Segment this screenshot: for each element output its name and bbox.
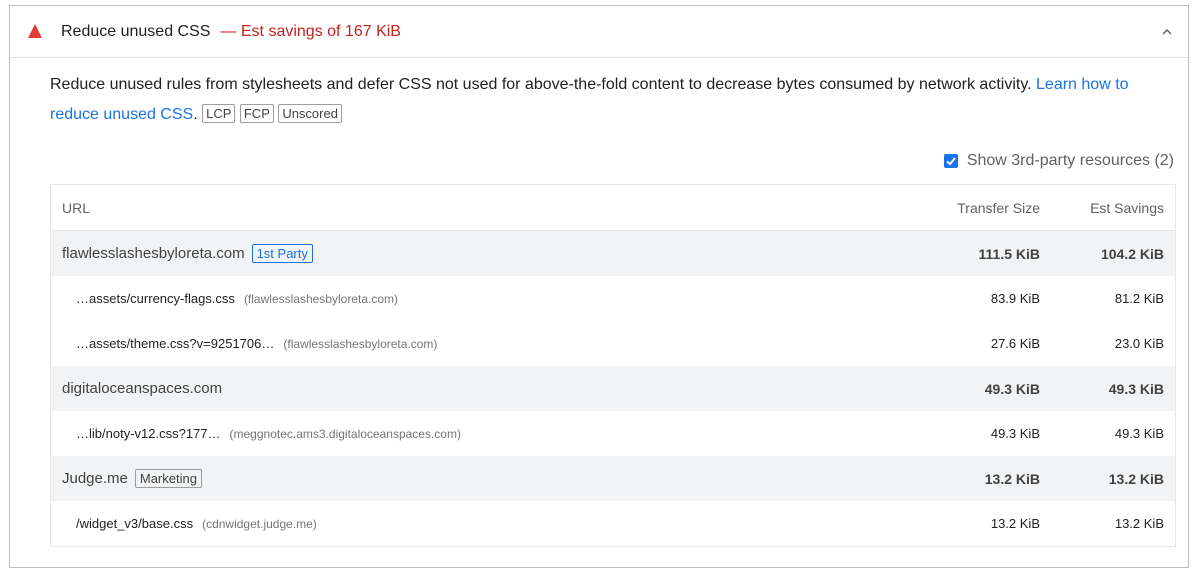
- table-group-row: flawlesslashesbyloreta.com 1st Party 111…: [51, 231, 1175, 276]
- third-party-checkbox[interactable]: [943, 154, 958, 168]
- audit-savings: — Est savings of 167 KiB: [220, 22, 401, 40]
- group-name: Judge.me: [62, 470, 128, 487]
- group-transfer-size: 49.3 KiB: [984, 380, 1040, 397]
- group-name: digitaloceanspaces.com: [62, 380, 223, 397]
- chevron-up-icon[interactable]: [1160, 25, 1174, 39]
- header-est-savings: Est Savings: [1090, 199, 1164, 216]
- description-text: Reduce unused rules from stylesheets and…: [50, 76, 1032, 93]
- group-transfer-size: 111.5 KiB: [978, 245, 1041, 262]
- group-est-savings: 49.3 KiB: [1108, 380, 1164, 397]
- resource-host: (meggnotec.ams3.digitaloceanspaces.com): [229, 426, 461, 441]
- resource-host: (cdnwidget.judge.me): [202, 516, 317, 531]
- checkmark-icon: [946, 157, 956, 166]
- warning-triangle-icon: [27, 23, 43, 39]
- resource-url[interactable]: …assets/currency-flags.css: [76, 291, 235, 306]
- group-est-savings: 104.2 KiB: [1100, 245, 1164, 262]
- group-est-savings: 13.2 KiB: [1108, 470, 1164, 487]
- third-party-toggle[interactable]: Show 3rd-party resources (2): [943, 152, 1174, 170]
- table-row: …lib/noty-v12.css?177… (meggnotec.ams3.d…: [51, 411, 1175, 456]
- third-party-label: Show 3rd-party resources (2): [966, 152, 1174, 169]
- resource-transfer-size: 49.3 KiB: [990, 426, 1040, 441]
- table-row: …assets/theme.css?v=9251706… (flawlessla…: [51, 321, 1175, 366]
- resource-host: (flawlesslashesbyloreta.com): [243, 291, 398, 306]
- resource-transfer-size: 27.6 KiB: [990, 336, 1040, 351]
- tag-fcp: FCP: [239, 104, 274, 123]
- resource-url[interactable]: /widget_v3/base.css: [76, 516, 193, 531]
- resource-url[interactable]: …assets/theme.css?v=9251706…: [76, 336, 274, 351]
- resource-transfer-size: 83.9 KiB: [990, 291, 1040, 306]
- audit-title: Reduce unused CSS: [61, 22, 211, 40]
- audit-description: Reduce unused rules from stylesheets and…: [50, 70, 1170, 130]
- resource-est-savings: 49.3 KiB: [1114, 426, 1164, 441]
- table-header: URL Transfer Size Est Savings: [51, 185, 1175, 231]
- table-row: /widget_v3/base.css (cdnwidget.judge.me)…: [51, 501, 1175, 546]
- header-url: URL: [62, 199, 91, 216]
- resource-host: (flawlesslashesbyloreta.com): [283, 336, 438, 351]
- audit-header[interactable]: Reduce unused CSS — Est savings of 167 K…: [10, 6, 1188, 58]
- table-group-row: digitaloceanspaces.com 49.3 KiB 49.3 KiB: [51, 366, 1175, 411]
- resource-url[interactable]: …lib/noty-v12.css?177…: [76, 426, 221, 441]
- group-transfer-size: 13.2 KiB: [984, 470, 1040, 487]
- resource-est-savings: 81.2 KiB: [1114, 291, 1164, 306]
- resource-table: URL Transfer Size Est Savings flawlessla…: [50, 184, 1176, 547]
- group-name: flawlesslashesbyloreta.com: [62, 245, 245, 262]
- entity-category-badge: Marketing: [134, 469, 202, 488]
- tag-lcp: LCP: [202, 104, 236, 123]
- table-group-row: Judge.me Marketing 13.2 KiB 13.2 KiB: [51, 456, 1175, 501]
- first-party-badge: 1st Party: [251, 244, 313, 263]
- resource-transfer-size: 13.2 KiB: [990, 516, 1040, 531]
- description-period: .: [193, 106, 198, 123]
- resource-est-savings: 13.2 KiB: [1114, 516, 1164, 531]
- resource-est-savings: 23.0 KiB: [1114, 336, 1164, 351]
- tag-unscored: Unscored: [278, 104, 342, 123]
- audit-panel: Reduce unused CSS — Est savings of 167 K…: [9, 5, 1189, 568]
- table-row: …assets/currency-flags.css (flawlesslash…: [51, 276, 1175, 321]
- header-transfer-size: Transfer Size: [957, 199, 1040, 216]
